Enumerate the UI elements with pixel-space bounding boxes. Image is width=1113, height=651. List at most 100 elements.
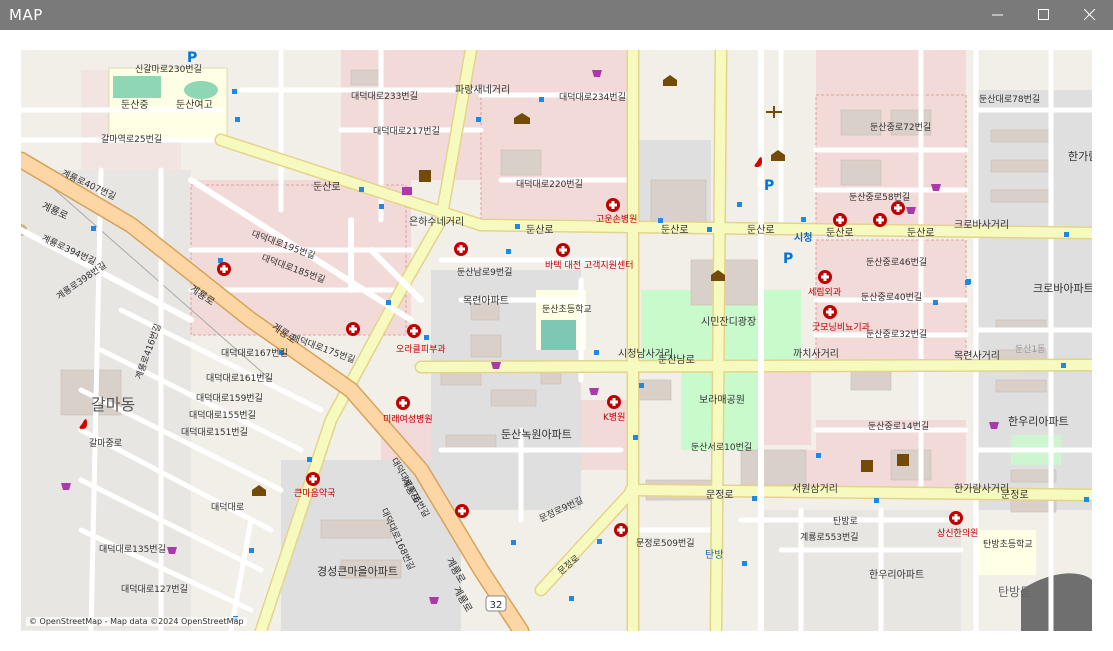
route-shield: 32	[485, 595, 507, 612]
road-label: 둔산로	[526, 224, 554, 236]
area-label: 한가람아파트	[1068, 150, 1092, 163]
svg-text:P: P	[187, 50, 197, 66]
hospital-icon	[346, 322, 360, 336]
street-label: 대덕대로151번길	[181, 427, 248, 438]
hospital-icon	[818, 270, 832, 284]
minimize-icon	[992, 14, 1003, 16]
city-hall-label: 시청	[794, 231, 812, 244]
hospital-icon	[454, 242, 468, 256]
hospital-label: 바텍 대전 고객지원센터	[545, 260, 634, 271]
hospital-icon	[606, 198, 620, 212]
hospital-icon	[949, 511, 963, 525]
street-label: 갈마역로25번길	[101, 134, 162, 145]
hospital-icon	[396, 396, 410, 410]
park-label: 보라매공원	[699, 394, 745, 406]
hospital-icon	[556, 243, 570, 257]
hospital-label: 미래여성병원	[383, 413, 433, 425]
area-label: 탄방동	[998, 585, 1031, 599]
school-label: 탄방초등학교	[983, 539, 1033, 550]
school-label: 둔산초등학교	[542, 304, 592, 315]
parking-icon: P	[783, 251, 793, 267]
street-label: 둔산중로32번길	[866, 329, 927, 340]
area-label: 둔산녹원아파트	[501, 428, 572, 441]
street-label: 둔산대로78번길	[979, 94, 1040, 105]
road-label: 둔산로	[907, 227, 935, 239]
hospital-label: 큰마음약국	[294, 487, 335, 499]
hospital-icon	[823, 305, 837, 319]
street-label: 대덕대로127번길	[121, 584, 188, 595]
street-label: 탄방로	[833, 516, 858, 527]
window-title: MAP	[9, 6, 43, 24]
road-label: 문정로	[1001, 489, 1029, 501]
map-tiles[interactable]: P P P 32 신갈마로230번길 둔산중 둔산여고 갈마역로25번길 대덕대…	[21, 50, 1092, 631]
road-label: 둔산로	[826, 227, 854, 239]
title-bar: MAP	[0, 0, 1113, 30]
street-label: 대덕대로167번길	[221, 348, 288, 359]
street-label: 둔산중로14번길	[868, 421, 929, 432]
minimize-button[interactable]	[975, 0, 1021, 30]
area-label: 갈마동	[91, 395, 135, 414]
hospital-label: 굿모닝비뇨기과	[812, 322, 870, 333]
cinema-icon	[897, 454, 909, 466]
station-label: 탄방	[705, 549, 723, 561]
street-label: 둔산중로58번길	[849, 192, 910, 203]
street-label: 대덕대로233번길	[351, 91, 418, 102]
area-label: 경성큰마을아파트	[317, 565, 398, 578]
junction-label: 까치사거리	[793, 348, 839, 360]
junction-label: 서원삼거리	[792, 483, 838, 495]
map-attribution[interactable]: © OpenStreetMap - Map data ©2024 OpenStr…	[26, 617, 247, 626]
street-label: 대덕대로234번길	[559, 92, 626, 103]
hospital-icon	[407, 324, 421, 338]
hospital-icon	[607, 395, 621, 409]
maximize-icon	[1038, 9, 1049, 20]
street-label: 둔산중로40번길	[861, 292, 922, 303]
street-label: 대덕대로161번길	[206, 373, 273, 384]
street-label: 대덕대로159번길	[196, 393, 263, 404]
street-label: 계룡로553번길	[800, 531, 859, 543]
road-label: 둔산남로	[658, 354, 695, 366]
svg-text:P: P	[783, 251, 793, 267]
hospital-label: 세림외과	[808, 286, 841, 298]
area-label: 한우리아파트	[869, 569, 924, 581]
hospital-icon	[873, 213, 887, 227]
street-label: 둔산남로9번길	[457, 267, 512, 278]
close-button[interactable]	[1067, 0, 1113, 30]
parking-icon: P	[764, 178, 774, 194]
junction-label: 목련사거리	[954, 350, 1000, 362]
route-shield-number: 32	[490, 600, 503, 611]
park-label: 시민잔디광장	[701, 316, 756, 328]
school-label: 둔산여고	[176, 99, 213, 111]
district-label: 둔산1동	[1015, 344, 1046, 355]
area-label: 한우리아파트	[1008, 415, 1069, 428]
road-label: 둔산로	[661, 224, 689, 236]
hospital-icon	[833, 213, 847, 227]
area-label: 크로바아파트	[1033, 282, 1092, 295]
map-canvas[interactable]: P P P 32 신갈마로230번길 둔산중 둔산여고 갈마역로25번길 대덕대…	[21, 50, 1092, 631]
street-label: 둔산서로10번길	[691, 442, 752, 453]
shop-icon	[402, 187, 412, 195]
junction-label: 크로바사거리	[954, 219, 1009, 231]
road-label: 문정로	[706, 489, 734, 501]
street-label: 대덕대로217번길	[373, 126, 440, 137]
parking-icon: P	[187, 50, 197, 66]
hospital-label: 고운손병원	[596, 214, 637, 225]
street-label: 대덕대로220번길	[516, 179, 583, 190]
map-window: MAP P P P 32 신갈마로230번길 둔산중 둔산여고 갈마역로25번길…	[0, 0, 1113, 651]
street-label: 대덕대로135번길	[99, 544, 166, 555]
area-label: 목련아파트	[463, 295, 509, 307]
hospital-icon	[306, 472, 320, 486]
hospital-label: K병원	[603, 412, 625, 423]
road-label: 둔산로	[313, 181, 341, 193]
street-label: 대덕대로155번길	[189, 410, 256, 421]
street-label: 갈마중로	[89, 438, 122, 449]
svg-text:P: P	[764, 178, 774, 194]
hospital-icon	[614, 523, 628, 537]
hospital-icon	[217, 262, 231, 276]
maximize-button[interactable]	[1021, 0, 1067, 30]
street-label: 문정로509번길	[636, 538, 695, 549]
cinema-icon	[861, 460, 873, 472]
junction-label: 파랑새네거리	[455, 84, 510, 96]
road-label: 둔산로	[747, 224, 775, 236]
hospital-label: 오라클피부과	[396, 344, 446, 355]
street-label: 둔산중로72번길	[870, 122, 931, 133]
